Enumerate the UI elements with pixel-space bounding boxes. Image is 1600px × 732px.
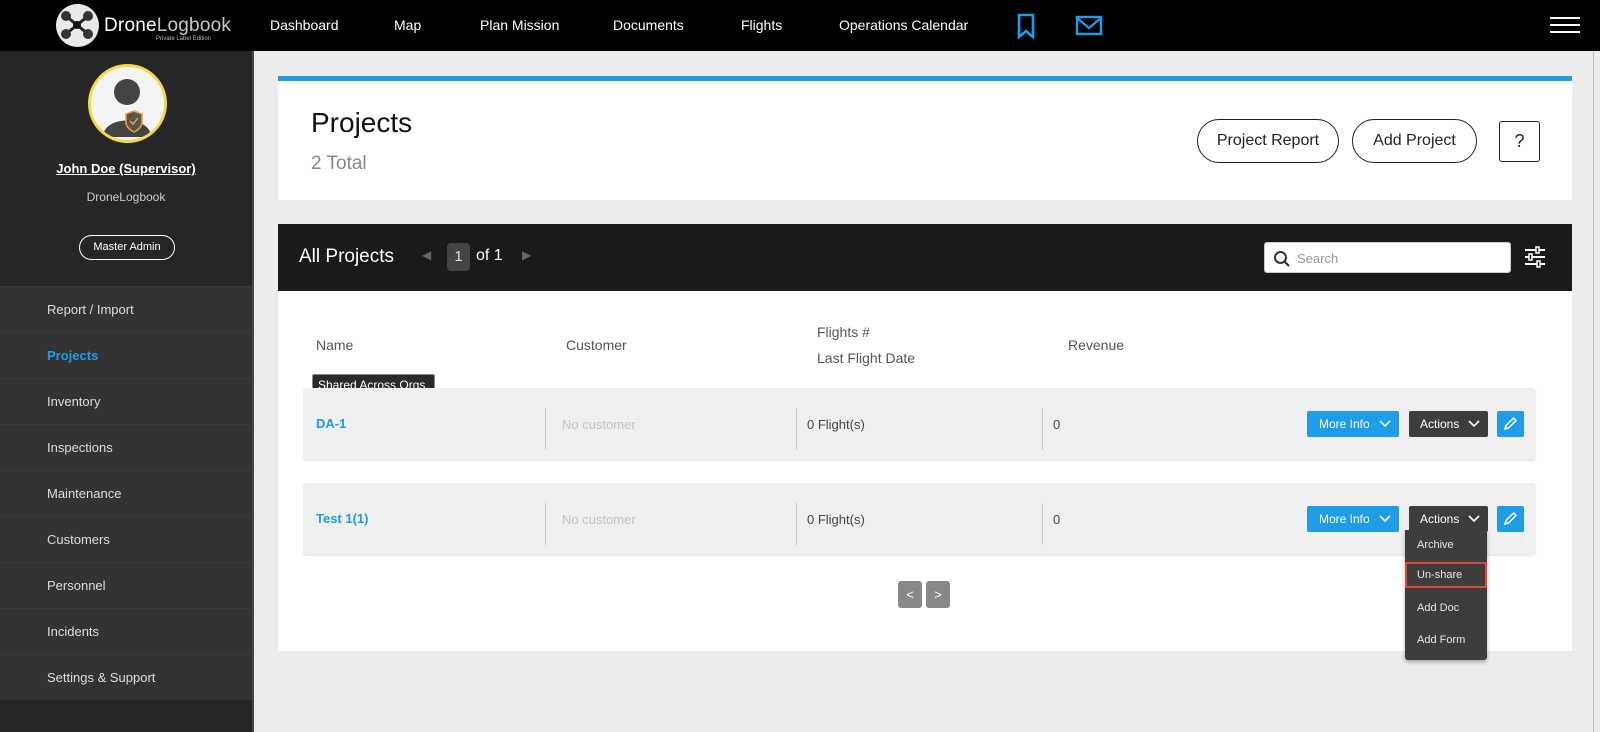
sidebar-item-incidents[interactable]: Incidents — [0, 608, 252, 654]
nav-dashboard[interactable]: Dashboard — [270, 17, 339, 33]
project-name-link[interactable]: Test 1(1) — [316, 511, 369, 526]
top-nav: DroneLogbook Private Label Edition Dashb… — [0, 0, 1600, 51]
edit-button[interactable] — [1497, 506, 1524, 532]
nav-map[interactable]: Map — [394, 17, 421, 33]
profile-panel: John Doe (Supervisor) DroneLogbook Maste… — [0, 51, 252, 286]
pencil-icon — [1503, 416, 1518, 431]
column-header-customer[interactable]: Customer — [566, 337, 627, 353]
actions-button[interactable]: Actions — [1409, 506, 1488, 532]
more-info-button[interactable]: More Info — [1307, 411, 1399, 437]
project-name-link[interactable]: DA-1 — [316, 416, 346, 431]
table-row: Test 1(1) No customer 0 Flight(s) 0 More… — [303, 483, 1536, 555]
organization-name: DroneLogbook — [86, 190, 166, 204]
nav-flights[interactable]: Flights — [741, 17, 782, 33]
prev-page-icon[interactable]: ◀ — [422, 248, 431, 262]
brand-name-bold: Drone — [104, 15, 157, 36]
search-field[interactable] — [1264, 242, 1511, 273]
project-revenue: 0 — [1053, 512, 1061, 527]
column-header-name[interactable]: Name — [316, 337, 353, 353]
project-customer: No customer — [562, 512, 636, 527]
sidebar-divider — [252, 51, 254, 732]
chevron-down-icon — [1379, 420, 1391, 428]
column-divider — [796, 503, 797, 545]
prev-page-button[interactable]: < — [898, 581, 922, 608]
projects-list-card: All Projects ◀ 1 of 1 ▶ Name Customer Fl… — [278, 224, 1572, 651]
actions-label: Actions — [1420, 512, 1460, 526]
hamburger-menu-icon[interactable] — [1550, 17, 1580, 33]
column-divider — [545, 408, 546, 450]
sidebar-item-personnel[interactable]: Personnel — [0, 562, 252, 608]
help-button[interactable]: ? — [1499, 121, 1540, 162]
column-header-revenue[interactable]: Revenue — [1068, 337, 1124, 353]
menu-item-archive[interactable]: Archive — [1405, 532, 1487, 558]
brand-logo[interactable]: DroneLogbook Private Label Edition — [56, 4, 236, 48]
nav-documents[interactable]: Documents — [613, 17, 684, 33]
actions-button[interactable]: Actions — [1409, 411, 1488, 437]
list-header-bar: All Projects ◀ 1 of 1 ▶ — [278, 224, 1572, 291]
project-total-count: 2 Total — [311, 153, 367, 174]
more-info-label: More Info — [1319, 512, 1370, 526]
brand-name-thin: Logbook — [156, 15, 232, 36]
project-flights: 0 Flight(s) — [807, 417, 865, 432]
sidebar-item-inspections[interactable]: Inspections — [0, 424, 252, 470]
actions-dropdown-menu: Archive Un-share Add Doc Add Form — [1405, 530, 1487, 660]
sidebar: John Doe (Supervisor) DroneLogbook Maste… — [0, 51, 252, 732]
scrollbar-track[interactable] — [1593, 51, 1600, 732]
chevron-down-icon — [1468, 420, 1480, 428]
nav-plan-mission[interactable]: Plan Mission — [480, 17, 559, 33]
brand-subtitle: Private Label Edition — [156, 36, 212, 42]
current-page-number[interactable]: 1 — [447, 243, 470, 271]
sidebar-menu: Report / Import Projects Inventory Inspe… — [0, 286, 252, 700]
sidebar-item-maintenance[interactable]: Maintenance — [0, 470, 252, 516]
list-title: All Projects — [299, 246, 395, 267]
mail-icon[interactable] — [1075, 13, 1103, 39]
project-customer: No customer — [562, 417, 636, 432]
table-row: DA-1 No customer 0 Flight(s) 0 More Info… — [303, 388, 1536, 460]
pencil-icon — [1503, 511, 1518, 526]
menu-item-unshare[interactable]: Un-share — [1405, 562, 1487, 588]
filter-settings-icon[interactable] — [1524, 245, 1546, 269]
edit-button[interactable] — [1497, 411, 1524, 437]
project-report-button[interactable]: Project Report — [1197, 119, 1339, 163]
user-name-link[interactable]: John Doe (Supervisor) — [0, 161, 252, 176]
column-divider — [796, 408, 797, 450]
sidebar-item-report-import[interactable]: Report / Import — [0, 286, 252, 332]
page-header-card: Projects 2 Total Project Report Add Proj… — [278, 76, 1572, 200]
avatar[interactable] — [88, 64, 167, 143]
drone-logo-icon — [56, 4, 99, 47]
next-page-icon[interactable]: ▶ — [522, 248, 531, 262]
sidebar-item-settings-support[interactable]: Settings & Support — [0, 654, 252, 700]
column-divider — [545, 503, 546, 545]
menu-item-add-doc[interactable]: Add Doc — [1405, 595, 1487, 621]
nav-operations-calendar[interactable]: Operations Calendar — [839, 17, 968, 33]
sidebar-item-customers[interactable]: Customers — [0, 516, 252, 562]
actions-label: Actions — [1420, 417, 1460, 431]
menu-item-add-form[interactable]: Add Form — [1405, 627, 1487, 653]
chevron-down-icon — [1468, 515, 1480, 523]
role-badge[interactable]: Master Admin — [79, 235, 175, 260]
sidebar-item-inventory[interactable]: Inventory — [0, 378, 252, 424]
column-header-last-flight-date[interactable]: Last Flight Date — [817, 350, 915, 366]
page-title: Projects — [311, 107, 413, 138]
search-input[interactable] — [1297, 248, 1497, 268]
column-divider — [1042, 408, 1043, 450]
more-info-button[interactable]: More Info — [1307, 506, 1399, 532]
search-icon — [1274, 251, 1290, 267]
more-info-label: More Info — [1319, 417, 1370, 431]
column-divider — [1042, 503, 1043, 545]
project-revenue: 0 — [1053, 417, 1061, 432]
column-header-flights[interactable]: Flights # — [817, 324, 870, 340]
project-flights: 0 Flight(s) — [807, 512, 865, 527]
sidebar-item-projects[interactable]: Projects — [0, 332, 252, 378]
chevron-down-icon — [1379, 515, 1391, 523]
page-count: of 1 — [476, 247, 503, 264]
add-project-button[interactable]: Add Project — [1352, 119, 1477, 163]
bookmark-icon[interactable] — [1012, 13, 1040, 40]
next-page-button[interactable]: > — [926, 581, 950, 608]
